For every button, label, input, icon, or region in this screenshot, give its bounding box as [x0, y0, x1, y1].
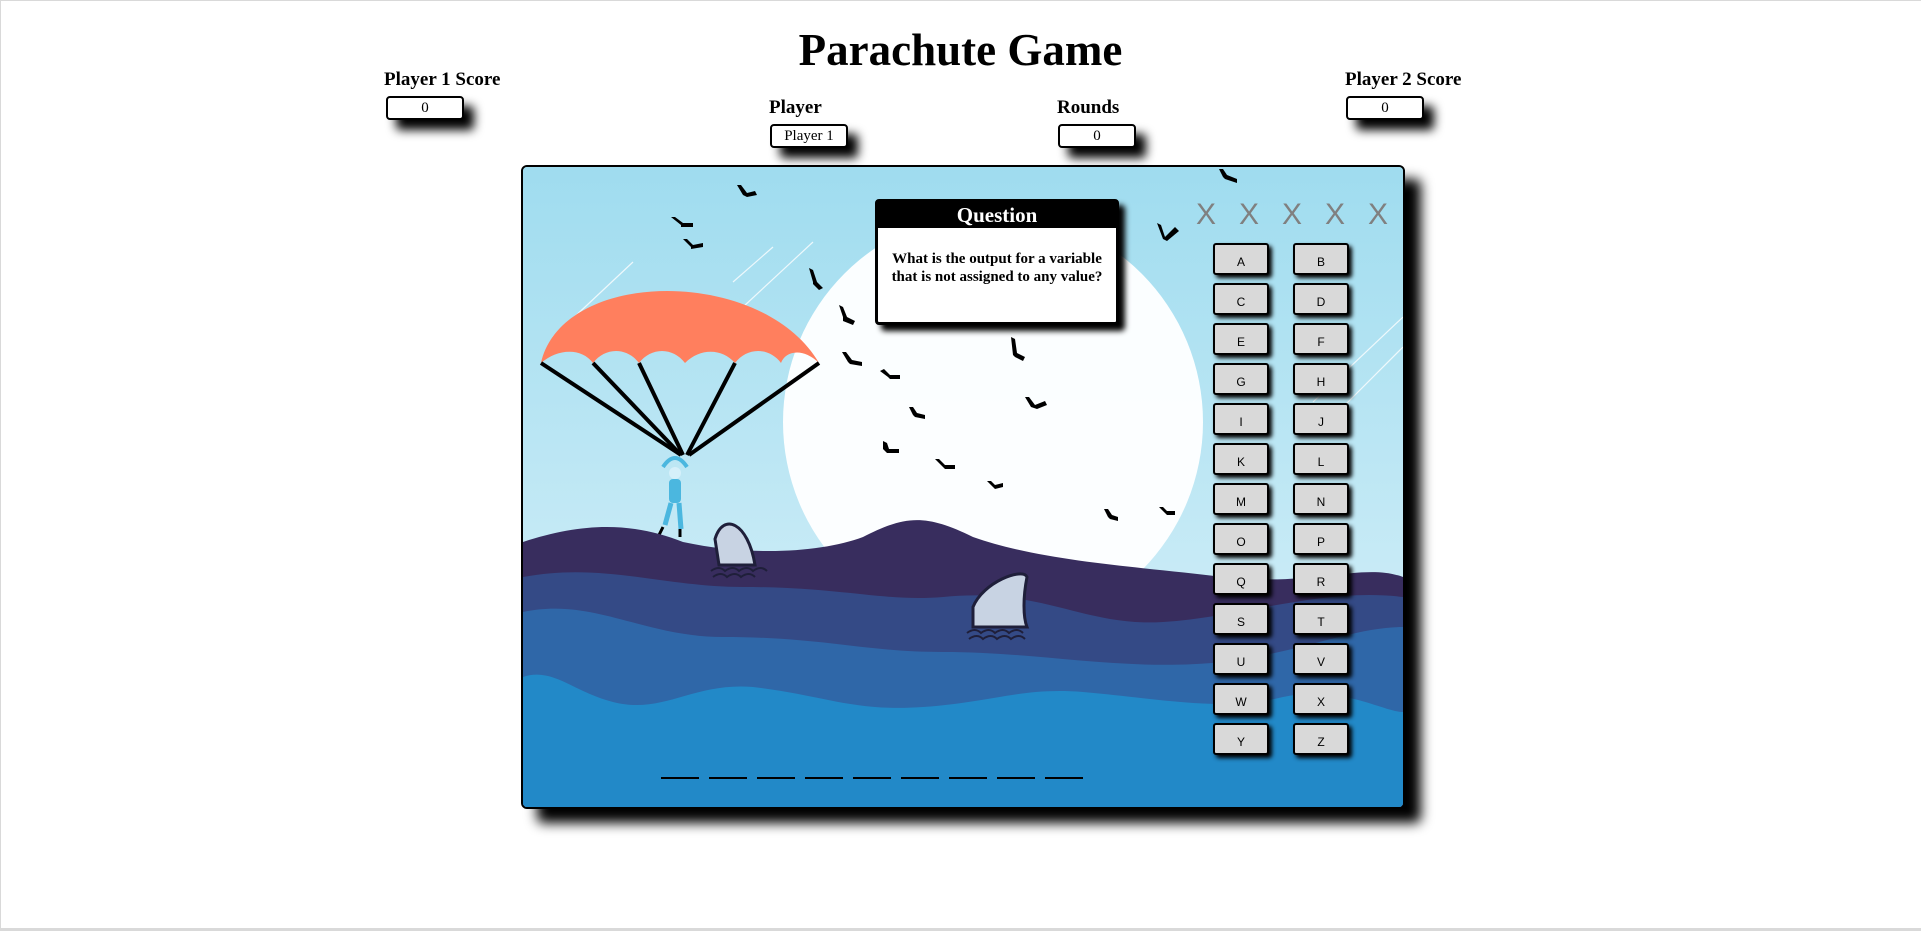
strike-mark: X [1324, 198, 1345, 231]
letter-button-t[interactable]: T [1293, 603, 1349, 635]
letter-button-v[interactable]: V [1293, 643, 1349, 675]
letter-button-z[interactable]: Z [1293, 723, 1349, 755]
letter-button-k[interactable]: K [1213, 443, 1269, 475]
answer-blank [949, 777, 987, 779]
game-board: Question What is the output for a variab… [521, 165, 1405, 809]
letter-button-a[interactable]: A [1213, 243, 1269, 275]
answer-blanks [661, 777, 1083, 779]
question-text: What is the output for a variable that i… [891, 251, 1103, 285]
letter-button-d[interactable]: D [1293, 283, 1349, 315]
answer-blank [997, 777, 1035, 779]
answer-blank [661, 777, 699, 779]
letter-button-b[interactable]: B [1293, 243, 1349, 275]
letter-button-l[interactable]: L [1293, 443, 1349, 475]
player2-score-value: 0 [1346, 96, 1424, 120]
answer-blank [853, 777, 891, 779]
rounds-label: Rounds [1057, 97, 1120, 118]
strike-mark: X [1238, 198, 1259, 231]
letter-button-f[interactable]: F [1293, 323, 1349, 355]
question-panel: Question What is the output for a variab… [875, 199, 1119, 325]
answer-blank [709, 777, 747, 779]
letter-button-o[interactable]: O [1213, 523, 1269, 555]
strike-counter: X X X X X [1187, 199, 1397, 231]
letter-button-s[interactable]: S [1213, 603, 1269, 635]
question-header: Question [878, 202, 1116, 228]
letter-button-y[interactable]: Y [1213, 723, 1269, 755]
answer-blank [1045, 777, 1083, 779]
answer-blank [757, 777, 795, 779]
player1-score-value: 0 [386, 96, 464, 120]
letter-button-c[interactable]: C [1213, 283, 1269, 315]
letter-button-n[interactable]: N [1293, 483, 1349, 515]
player1-score-label: Player 1 Score [384, 69, 501, 90]
letter-button-p[interactable]: P [1293, 523, 1349, 555]
letter-button-h[interactable]: H [1293, 363, 1349, 395]
letter-button-x[interactable]: X [1293, 683, 1349, 715]
player-label: Player [769, 97, 822, 118]
answer-blank [901, 777, 939, 779]
strike-mark: X [1281, 198, 1302, 231]
letter-button-g[interactable]: G [1213, 363, 1269, 395]
letter-button-e[interactable]: E [1213, 323, 1269, 355]
current-player-value: Player 1 [770, 124, 848, 148]
rounds-value: 0 [1058, 124, 1136, 148]
window-border-left [0, 0, 1, 931]
letter-button-i[interactable]: I [1213, 403, 1269, 435]
strike-mark: X [1195, 198, 1216, 231]
letter-button-w[interactable]: W [1213, 683, 1269, 715]
answer-blank [805, 777, 843, 779]
strike-mark: X [1367, 198, 1388, 231]
page-title: Parachute Game [798, 25, 1123, 75]
letter-button-r[interactable]: R [1293, 563, 1349, 595]
letter-button-m[interactable]: M [1213, 483, 1269, 515]
letter-button-j[interactable]: J [1293, 403, 1349, 435]
letter-button-u[interactable]: U [1213, 643, 1269, 675]
player2-score-label: Player 2 Score [1345, 69, 1462, 90]
window-border-top [0, 0, 1921, 1]
letter-button-q[interactable]: Q [1213, 563, 1269, 595]
